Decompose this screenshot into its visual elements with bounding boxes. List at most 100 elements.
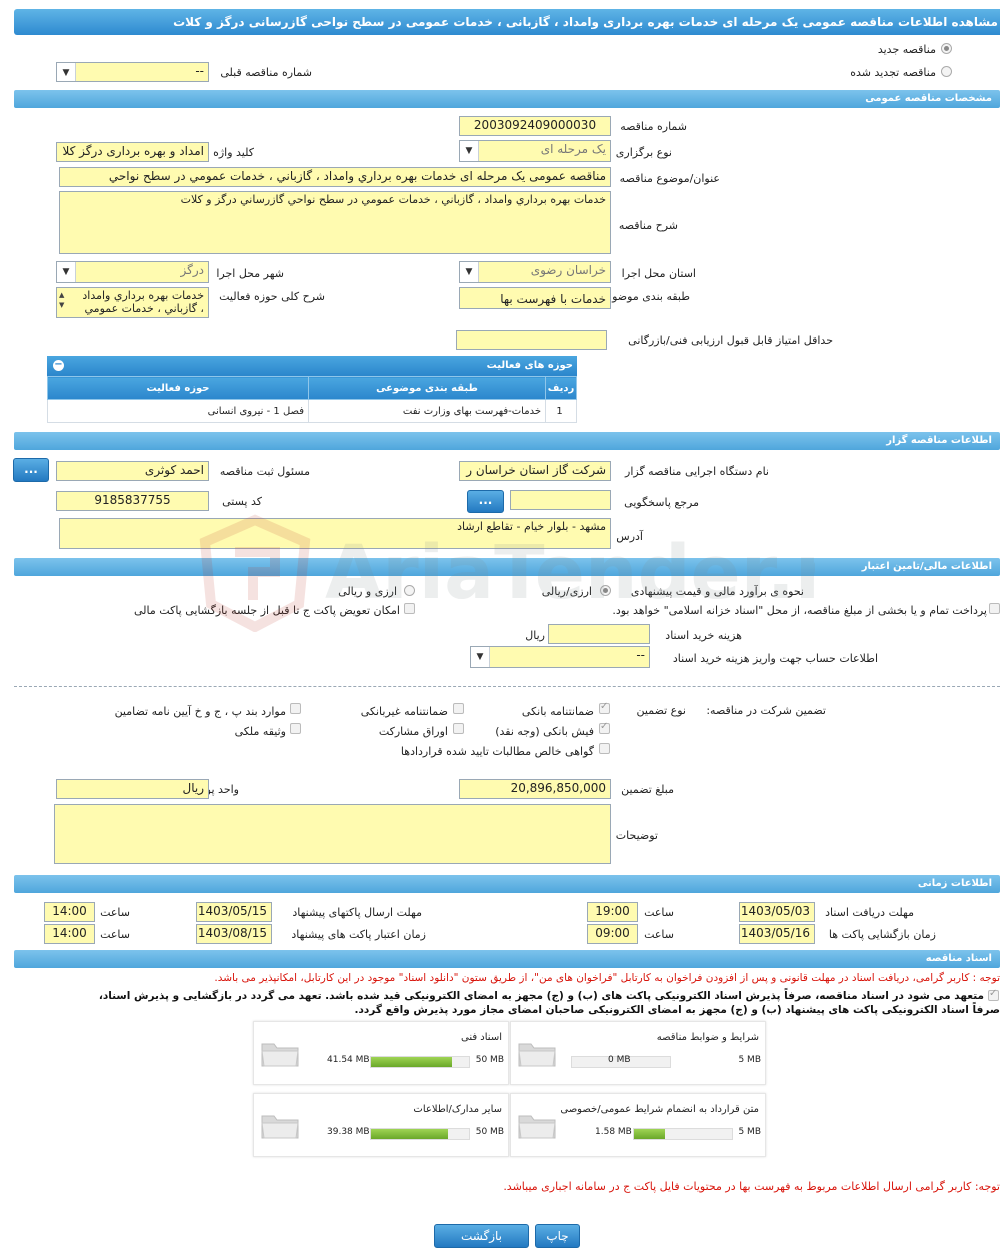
price-list-notice: توجه: کاربر گرامی ارسال اطلاعات مربوط به… — [503, 1180, 1000, 1193]
keyword-label: کلید واژه — [213, 146, 254, 159]
document-file[interactable]: اسناد فنی 50 MB 41.54 MB — [253, 1021, 509, 1085]
folder-icon — [261, 1043, 299, 1067]
receivables-label: گواهی خالص مطالبات تایید شده قراردادها — [400, 745, 594, 758]
activity-table: ردیف طبقه بندی موضوعی حوزه فعالیت 1 خدما… — [47, 376, 577, 423]
commitment-checkbox[interactable] — [988, 988, 999, 1001]
clauses-checkbox[interactable] — [290, 703, 301, 714]
bank-receipt-label: فیش بانکی (وجه نقد) — [495, 725, 594, 738]
activity-desc-label: شرح کلی حوزه فعالیت — [219, 290, 325, 303]
chevron-down-icon: ▼ — [57, 63, 76, 81]
back-button[interactable]: بازگشت — [434, 1224, 529, 1248]
nonbank-guarantee-checkbox[interactable] — [453, 703, 464, 714]
bank-guarantee-checkbox[interactable] — [599, 701, 610, 714]
table-cell: 1 — [545, 399, 577, 423]
city-select[interactable]: درگز ▼ — [56, 261, 209, 283]
organization-label: نام دستگاه اجرایی مناقصه گزار — [625, 465, 769, 478]
reference-more-button[interactable]: ... — [467, 490, 504, 513]
reference-label: مرجع پاسخگویی — [624, 496, 699, 509]
watermark-text: AriaTender.neT — [325, 530, 815, 616]
folder-icon — [518, 1043, 556, 1067]
time-label: ساعت — [644, 906, 674, 919]
renewed-tender-radio[interactable] — [941, 66, 952, 77]
chevron-down-icon: ▼ — [471, 647, 490, 667]
document-file[interactable]: سایر مدارک/اطلاعات 50 MB 39.38 MB — [253, 1093, 509, 1157]
documents-section-header: اسناد مناقصه — [14, 950, 1000, 968]
tender-number-field: 2003092409000030 — [459, 116, 611, 136]
responsible-more-button[interactable]: ... — [13, 458, 49, 482]
time-label: ساعت — [100, 928, 130, 941]
guarantee-label: تضمین شرکت در مناقصه: — [706, 704, 826, 717]
notes-field — [54, 804, 611, 864]
province-select[interactable]: خراسان رضوی ▼ — [459, 261, 611, 283]
document-size: 0 MB — [608, 1055, 631, 1065]
chevron-down-icon: ▼ — [460, 262, 479, 282]
size-progress-bar — [633, 1128, 733, 1140]
treasury-checkbox[interactable] — [989, 603, 1000, 614]
renewed-tender-label: مناقصه تجدید شده — [850, 66, 936, 79]
opening-label: زمان بازگشایی پاکت ها — [828, 928, 936, 941]
activity-table-title: حوزه های فعالیت — [486, 360, 573, 371]
chevron-down-icon: ▼ — [57, 262, 76, 282]
reference-field — [510, 490, 611, 510]
receive-deadline-date: 1403/05/03 — [739, 902, 815, 922]
activity-table-title-bar: حوزه های فعالیت − — [47, 356, 577, 376]
document-file[interactable]: متن قرارداد به انضمام شرایط عمومی/خصوصی … — [510, 1093, 766, 1157]
holding-type-select[interactable]: یک مرحله ای ▼ — [459, 140, 611, 162]
divider — [14, 686, 1000, 687]
prev-number-select[interactable]: -- ▼ — [56, 62, 209, 82]
collapse-icon[interactable]: − — [53, 360, 64, 371]
guarantee-type-label: نوع تضمین — [636, 704, 686, 717]
column-header: حوزه فعالیت — [47, 376, 309, 400]
opening-time: 09:00 — [587, 924, 638, 944]
nonbank-guarantee-label: ضمانتنامه غیربانکی — [360, 705, 448, 718]
print-button[interactable]: چاپ — [535, 1224, 580, 1248]
folder-icon — [261, 1115, 299, 1139]
column-header: ردیف — [545, 376, 577, 400]
description-field: خدمات بهره برداري وامداد ، گازباني ، خدم… — [59, 191, 611, 254]
bank-receipt-checkbox[interactable] — [599, 721, 610, 734]
watermark-logo: AriaTender.neT — [199, 514, 815, 632]
document-name: شرایط و ضوابط مناقصه — [656, 1032, 759, 1043]
subject-field: مناقصه عمومی یک مرحله ای خدمات بهره بردا… — [59, 167, 611, 187]
notes-label: توضیحات — [615, 829, 658, 842]
description-label: شرح مناقصه — [618, 219, 678, 232]
new-tender-radio[interactable] — [941, 43, 952, 54]
document-max-size: 50 MB — [475, 1127, 504, 1137]
send-deadline-date: 1403/05/15 — [196, 902, 272, 922]
document-max-size: 50 MB — [475, 1055, 504, 1065]
holding-type-label: نوع برگزاری — [615, 146, 672, 159]
commitment-text-1: متعهد می شود در اسناد مناقصه، صرفاً پذیر… — [98, 990, 984, 1002]
document-name: متن قرارداد به انضمام شرایط عمومی/خصوصی — [560, 1104, 759, 1115]
activity-desc-line1: خدمات بهره برداري وامداد — [82, 289, 204, 302]
account-info-select[interactable]: -- ▼ — [470, 646, 650, 668]
page-title: مشاهده اطلاعات مناقصه عمومی یک مرحله ای … — [14, 9, 1000, 35]
send-deadline-time: 14:00 — [44, 902, 95, 922]
timing-section-header: اطلاعات زمانی — [14, 875, 1000, 893]
time-label: ساعت — [644, 928, 674, 941]
time-label: ساعت — [100, 906, 130, 919]
receive-deadline-time: 19:00 — [587, 902, 638, 922]
city-label: شهر محل اجرا — [216, 267, 284, 280]
bonds-label: اوراق مشارکت — [378, 725, 448, 738]
guarantee-amount-label: مبلغ تضمین — [621, 783, 674, 796]
opening-date: 1403/05/16 — [739, 924, 815, 944]
postal-code-label: کد پستی — [222, 495, 262, 508]
bonds-checkbox[interactable] — [453, 723, 464, 734]
receivables-checkbox[interactable] — [599, 743, 610, 754]
responsible-field: احمد کوثری — [56, 461, 209, 481]
size-progress-bar — [370, 1128, 470, 1140]
keyword-field: امداد و بهره برداری درگز کلا — [56, 142, 209, 162]
column-header: طبقه بندی موضوعی — [308, 376, 546, 400]
size-progress-bar — [370, 1056, 470, 1068]
scrollbar[interactable]: ▲ ▼ — [59, 290, 64, 310]
table-cell: خدمات-فهرست بهای وزارت نفت — [308, 399, 546, 423]
document-size: 39.38 MB — [327, 1127, 370, 1137]
receive-deadline-label: مهلت دریافت اسناد — [825, 906, 914, 919]
min-score-label: حداقل امتیاز قابل قبول ارزیابی فنی/بازرگ… — [628, 334, 833, 347]
subject-label: عنوان/موضوع مناقصه — [619, 172, 720, 185]
document-file[interactable]: شرایط و ضوابط مناقصه 5 MB 0 MB — [510, 1021, 766, 1085]
property-checkbox[interactable] — [290, 723, 301, 734]
validity-time: 14:00 — [44, 924, 95, 944]
category-field: خدمات با فهرست بها — [459, 287, 611, 309]
property-label: وثیقه ملکی — [234, 725, 286, 738]
